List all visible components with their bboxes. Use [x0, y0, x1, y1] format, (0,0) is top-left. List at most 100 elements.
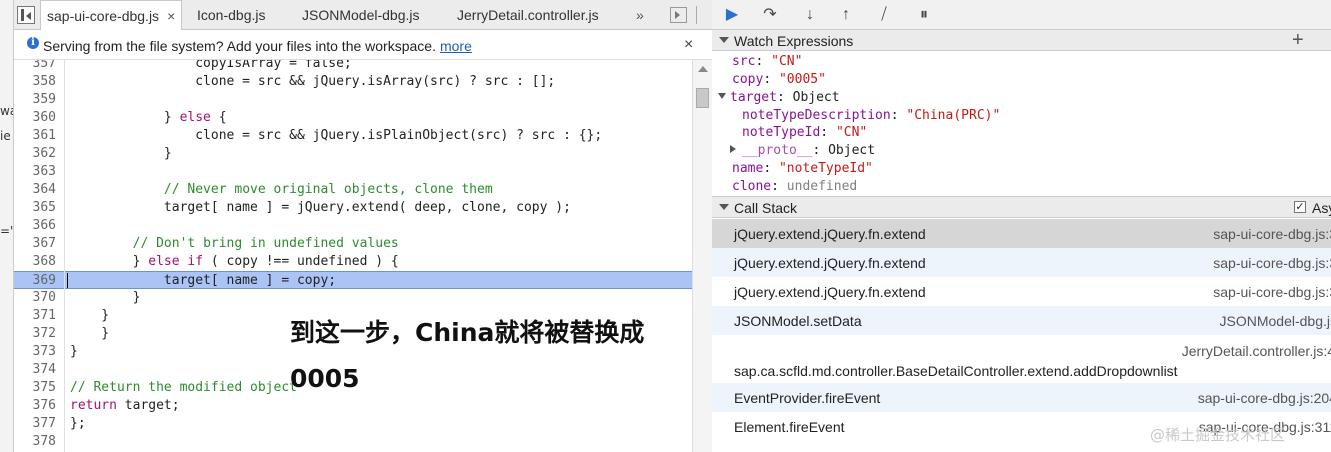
call-stack-header[interactable]: Call Stack ✓ Asy [712, 196, 1331, 218]
line-number[interactable]: 361 [14, 127, 60, 145]
line-number[interactable]: 374 [14, 361, 60, 379]
code-line[interactable]: 364 // Never move original objects, clon… [14, 181, 692, 199]
expanded-triangle-icon[interactable] [718, 93, 726, 99]
code-line[interactable]: 377}; [14, 415, 692, 433]
workspace-infobar: i Serving from the file system? Add your… [14, 30, 712, 60]
async-label: Asy [1312, 200, 1331, 216]
line-number[interactable]: 358 [14, 73, 60, 91]
call-frame-source-link[interactable]: sap-ui-core-dbg.js:3 [1213, 255, 1331, 271]
watch-item[interactable]: copy: "0005" [732, 71, 826, 88]
close-tab-icon[interactable]: × [167, 8, 175, 24]
tab-jerrydetail-controller[interactable]: JerryDetail.controller.js [451, 0, 605, 30]
scroll-up-icon[interactable] [698, 66, 708, 72]
call-frame-source-link[interactable]: sap-ui-core-dbg.js:3 [1213, 226, 1331, 242]
code-text: } else { [70, 110, 227, 125]
watch-property[interactable]: noteTypeId: "CN" [742, 124, 867, 141]
call-frame[interactable]: sap.ca.scfld.md.controller.BaseDetailCon… [712, 335, 1331, 383]
call-frame[interactable]: jQuery.extend.jQuery.fn.extend sap-ui-cor… [712, 277, 1331, 306]
call-frame-function: jQuery.extend.jQuery.fn.extend [734, 255, 926, 271]
step-into-button[interactable]: ↓ [798, 3, 822, 27]
line-number[interactable]: 363 [14, 163, 60, 181]
watch-expressions-header[interactable]: Watch Expressions + [712, 29, 1331, 51]
call-frame[interactable]: jQuery.extend.jQuery.fn.extend sap-ui-cor… [712, 248, 1331, 277]
call-frame-source-link[interactable]: sap-ui-core-dbg.js:204 [1198, 390, 1331, 406]
tab-jsonmodel-dbg[interactable]: JSONModel-dbg.js [296, 0, 426, 30]
code-line[interactable]: 358 clone = src && jQuery.isArray(src) ?… [14, 73, 692, 91]
more-link[interactable]: more [440, 38, 472, 54]
line-number[interactable]: 370 [14, 289, 60, 307]
add-watch-button[interactable]: + [1292, 29, 1304, 52]
code-line[interactable]: 365 target[ name ] = jQuery.extend( deep… [14, 199, 692, 217]
call-frame-function: jQuery.extend.jQuery.fn.extend [734, 284, 926, 300]
code-line[interactable]: 360 } else { [14, 109, 692, 127]
toolbar-divider [696, 6, 697, 24]
code-text: } else if ( copy !== undefined ) { [70, 254, 399, 269]
code-line[interactable]: 366 [14, 217, 692, 235]
code-line[interactable]: 357 copyIsArray = false; [14, 60, 692, 73]
code-text: } [70, 308, 110, 323]
watch-property-expandable[interactable]: __proto__: Object [730, 142, 875, 159]
step-out-button[interactable]: ↑ [834, 3, 858, 27]
call-frame-source-link[interactable]: sap-ui-core-dbg.js:3 [1213, 284, 1331, 300]
section-title: Call Stack [734, 200, 798, 216]
code-line[interactable]: 368 } else if ( copy !== undefined ) { [14, 253, 692, 271]
code-text: } [70, 326, 110, 341]
code-line[interactable]: 361 clone = src && jQuery.isPlainObject(… [14, 127, 692, 145]
line-number[interactable]: 360 [14, 109, 60, 127]
line-number[interactable]: 368 [14, 253, 60, 271]
call-frame-source-link[interactable]: JSONModel-dbg.js [1220, 313, 1331, 329]
code-text: // Return the modified object [70, 380, 297, 395]
line-number[interactable]: 367 [14, 235, 60, 253]
code-text: target[ name ] = copy; [70, 273, 337, 288]
line-number[interactable]: 357 [14, 60, 60, 73]
collapsed-triangle-icon[interactable] [730, 145, 736, 153]
line-number[interactable]: 378 [14, 433, 60, 451]
call-frame-source-link[interactable]: JerryDetail.controller.js:4 [1182, 343, 1331, 359]
async-checkbox[interactable]: ✓ [1294, 201, 1306, 213]
tab-icon-dbg[interactable]: Icon-dbg.js [191, 0, 271, 30]
collapse-triangle-icon [719, 37, 729, 43]
watch-item-expandable[interactable]: target: Object [718, 89, 840, 106]
call-frame[interactable]: jQuery.extend.jQuery.fn.extend sap-ui-cor… [712, 219, 1331, 248]
watch-item[interactable]: src: "CN" [732, 53, 802, 70]
tab-label: JSONModel-dbg.js [302, 7, 420, 23]
code-line[interactable]: 367 // Don't bring in undefined values [14, 235, 692, 253]
line-number[interactable]: 377 [14, 415, 60, 433]
line-number[interactable]: 376 [14, 397, 60, 415]
code-line[interactable]: 370 } [14, 289, 692, 307]
line-number[interactable]: 371 [14, 307, 60, 325]
line-number[interactable]: 373 [14, 343, 60, 361]
line-number[interactable]: 365 [14, 199, 60, 217]
watch-item[interactable]: clone: undefined [732, 178, 857, 195]
code-text: copyIsArray = false; [70, 60, 352, 71]
line-number[interactable]: 359 [14, 91, 60, 109]
code-line[interactable]: 378 [14, 433, 692, 451]
code-line[interactable]: 359 [14, 91, 692, 109]
tab-sap-ui-core-dbg[interactable]: sap-ui-core-dbg.js × [40, 0, 183, 31]
call-frame-function: Element.fireEvent [734, 419, 845, 435]
tab-label: Icon-dbg.js [197, 7, 266, 23]
watch-item[interactable]: name: "noteTypeId" [732, 160, 873, 177]
watch-property[interactable]: noteTypeDescription: "China(PRC)" [742, 107, 1000, 124]
call-frame[interactable]: EventProvider.fireEvent sap-ui-core-dbg.j… [712, 383, 1331, 412]
line-number[interactable]: 372 [14, 325, 60, 343]
toggle-navigator-icon[interactable] [17, 6, 35, 24]
code-line[interactable]: 362 } [14, 145, 692, 163]
scroll-thumb[interactable] [696, 88, 709, 108]
pause-on-exceptions-button[interactable]: ⏸ [912, 3, 936, 27]
step-over-button[interactable]: ↷ [758, 3, 782, 27]
toggle-debugger-icon[interactable] [670, 7, 687, 23]
line-number[interactable]: 364 [14, 181, 60, 199]
call-frame[interactable]: JSONModel.setData JSONModel-dbg.js [712, 306, 1331, 335]
line-number[interactable]: 366 [14, 217, 60, 235]
line-number[interactable]: 375 [14, 379, 60, 397]
resume-button[interactable]: ▶ [720, 3, 744, 27]
close-infobar-icon[interactable]: × [684, 36, 693, 54]
deactivate-breakpoints-button[interactable]: ⧸ [872, 3, 896, 27]
line-number[interactable]: 362 [14, 145, 60, 163]
line-number[interactable]: 369 [14, 272, 60, 290]
more-tabs-button[interactable]: » [636, 0, 644, 30]
infobar-message: Serving from the file system? Add your f… [43, 38, 472, 54]
current-line[interactable]: 369 target[ name ] = copy; [14, 271, 692, 289]
code-line[interactable]: 363 [14, 163, 692, 181]
